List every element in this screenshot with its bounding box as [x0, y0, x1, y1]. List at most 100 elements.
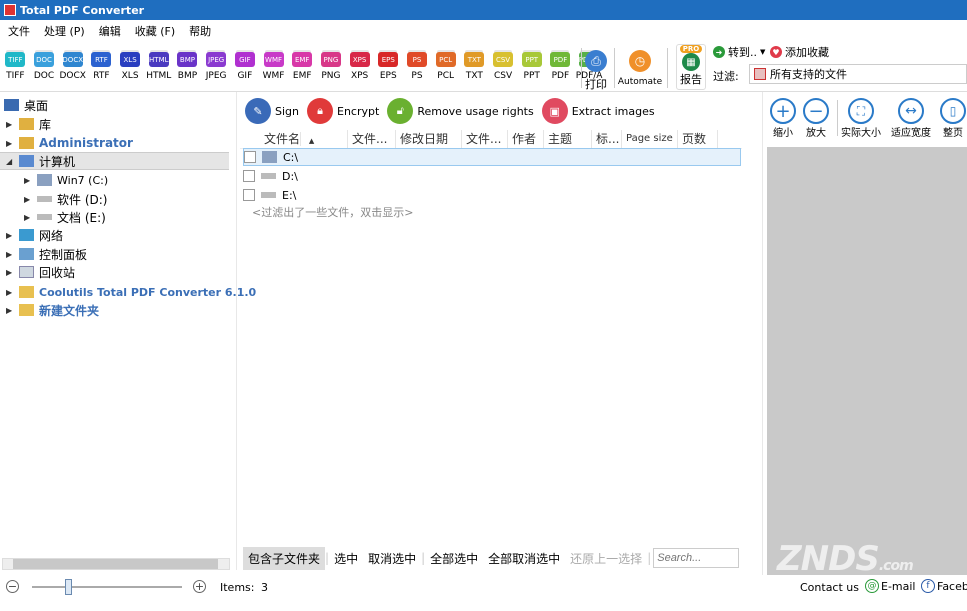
tree-item-recycle-bin[interactable]: ▶ 回收站 — [6, 263, 75, 281]
extract-images-label: Extract images — [571, 104, 655, 118]
remove-rights-button[interactable]: 🔓︎ Remove usage rights — [387, 98, 534, 124]
expand-icon[interactable]: ▶ — [6, 250, 14, 259]
column-modified[interactable]: 修改日期 — [396, 130, 462, 149]
select-all-button[interactable]: 全部选中 — [425, 550, 483, 567]
folder-icon — [19, 286, 34, 298]
zoom-in-button[interactable]: − 放大 — [803, 98, 829, 139]
actual-size-button[interactable]: ⛶ 实际大小 — [841, 98, 881, 139]
zoom-in-icon[interactable]: + — [193, 580, 206, 593]
format-button-ps[interactable]: PS PS — [403, 52, 432, 81]
filter-select[interactable]: 所有支持的文件 — [749, 64, 967, 84]
tree-item-new-folder[interactable]: ▶ 新建文件夹 — [6, 301, 99, 319]
format-button-xls[interactable]: XLS XLS — [116, 52, 145, 81]
menu-help[interactable]: 帮助 — [189, 23, 211, 39]
zoom-out-icon[interactable]: − — [6, 580, 19, 593]
expand-icon[interactable]: ▶ — [6, 231, 14, 240]
expand-icon[interactable]: ▶ — [6, 306, 14, 315]
horizontal-scrollbar[interactable] — [2, 558, 230, 570]
splitter[interactable] — [762, 92, 763, 575]
include-subfolders-toggle[interactable]: 包含子文件夹 — [243, 546, 326, 570]
column-pages[interactable]: 页数 — [678, 130, 718, 149]
expand-icon[interactable]: ▶ — [24, 195, 32, 204]
tree-item-control-panel[interactable]: ▶ 控制面板 — [6, 245, 87, 263]
extract-images-button[interactable]: ▣ Extract images — [541, 98, 655, 124]
facebook-link[interactable]: f Faceb — [921, 579, 967, 593]
report-button[interactable]: PRO ▦ 报告 — [676, 44, 706, 90]
splitter[interactable] — [236, 92, 237, 570]
expand-icon[interactable]: ▶ — [6, 139, 14, 148]
fit-width-button[interactable]: ↔ 适应宽度 — [891, 98, 931, 139]
tree-item-administrator[interactable]: ▶ Administrator — [6, 134, 133, 152]
facebook-icon: f — [921, 579, 935, 593]
column-type[interactable]: 文件... — [348, 130, 396, 149]
search-input[interactable] — [653, 548, 740, 568]
format-button-docx[interactable]: DOCX DOCX — [58, 52, 87, 81]
tree-item-computer[interactable]: ◢ 计算机 — [0, 152, 229, 170]
tree-item-drive-e[interactable]: ▶ 文档 (E:) — [24, 208, 106, 226]
format-button-pdf[interactable]: PDF PDF — [546, 52, 575, 81]
format-button-ppt[interactable]: PPT PPT — [517, 52, 546, 81]
column-subject[interactable]: 主题 — [544, 130, 592, 149]
format-button-emf[interactable]: EMF EMF — [288, 52, 317, 81]
column-title[interactable]: 标... — [592, 130, 622, 149]
file-row[interactable]: C:\ — [243, 148, 741, 166]
tree-item-desktop[interactable]: 桌面 — [4, 96, 48, 114]
column-author[interactable]: 作者 — [508, 130, 544, 149]
automate-button[interactable]: ◷ Automate — [618, 50, 662, 87]
column-size[interactable]: 文件... — [462, 130, 508, 149]
tree-item-drive-c[interactable]: ▶ Win7 (C:) — [24, 171, 108, 189]
expand-icon[interactable]: ▶ — [6, 288, 14, 297]
deselect-button[interactable]: 取消选中 — [363, 550, 421, 567]
format-button-jpeg[interactable]: JPEG JPEG — [202, 52, 231, 81]
format-button-gif[interactable]: GIF GIF — [231, 52, 260, 81]
format-button-xps[interactable]: XPS XPS — [345, 52, 374, 81]
format-button-wmf[interactable]: WMF WMF — [259, 52, 288, 81]
format-button-pcl[interactable]: PCL PCL — [431, 52, 460, 81]
select-button[interactable]: 选中 — [329, 550, 363, 567]
expand-icon[interactable]: ▶ — [6, 268, 14, 277]
email-link[interactable]: @ E-mail — [865, 579, 916, 593]
format-button-txt[interactable]: TXT TXT — [460, 52, 489, 81]
row-checkbox[interactable] — [243, 189, 255, 201]
filtered-files-note[interactable]: <过滤出了一些文件，双击显示> — [252, 204, 413, 220]
tree-item-library[interactable]: ▶ 库 — [6, 115, 51, 133]
format-button-tiff[interactable]: TIFF TIFF — [1, 52, 30, 81]
file-row[interactable]: E:\ — [243, 186, 741, 204]
sign-button[interactable]: ✎ Sign — [245, 98, 299, 124]
format-button-png[interactable]: PNG PNG — [317, 52, 346, 81]
restore-selection-button[interactable]: 还原上一选择 — [565, 550, 647, 567]
collapse-icon[interactable]: ◢ — [6, 157, 14, 166]
expand-icon[interactable]: ▶ — [24, 213, 32, 222]
row-checkbox[interactable] — [244, 151, 256, 163]
encrypt-button[interactable]: 🔒︎ Encrypt — [307, 98, 379, 124]
add-favorite-button[interactable]: ♥ 添加收藏 — [770, 44, 829, 60]
zoom-out-button[interactable]: + 缩小 — [770, 98, 796, 139]
format-button-eps[interactable]: EPS EPS — [374, 52, 403, 81]
format-button-rtf[interactable]: RTF RTF — [87, 52, 116, 81]
goto-button[interactable]: ➜ 转到.. ▼ — [713, 44, 765, 60]
format-button-doc[interactable]: DOC DOC — [30, 52, 59, 81]
full-page-button[interactable]: ▯ 整页 — [940, 98, 966, 139]
column-filename[interactable]: 文件名 ▲ — [240, 130, 348, 149]
row-checkbox[interactable] — [243, 170, 255, 182]
expand-icon[interactable]: ▶ — [6, 120, 14, 129]
column-page-size[interactable]: Page size — [622, 130, 678, 149]
zoom-slider-thumb[interactable] — [65, 579, 72, 595]
contact-us-link[interactable]: Contact us — [800, 581, 859, 594]
format-button-bmp[interactable]: BMP BMP — [173, 52, 202, 81]
expand-icon[interactable]: ▶ — [24, 176, 32, 185]
menu-file[interactable]: 文件 — [8, 23, 30, 39]
zoom-slider[interactable] — [32, 586, 182, 588]
tree-item-network[interactable]: ▶ 网络 — [6, 226, 63, 244]
tree-item-drive-d[interactable]: ▶ 软件 (D:) — [24, 190, 107, 208]
format-button-html[interactable]: HTML HTML — [144, 52, 173, 81]
menu-favorites[interactable]: 收藏 (F) — [135, 23, 175, 39]
menu-process[interactable]: 处理 (P) — [44, 23, 85, 39]
scrollbar-thumb[interactable] — [13, 559, 218, 569]
deselect-all-button[interactable]: 全部取消选中 — [483, 550, 565, 567]
file-row[interactable]: D:\ — [243, 167, 741, 185]
format-button-csv[interactable]: CSV CSV — [489, 52, 518, 81]
print-button[interactable]: ⎙ 打印 — [584, 50, 608, 92]
tree-item-coolutils[interactable]: ▶ Coolutils Total PDF Converter 6.1.0 — [6, 283, 256, 301]
menu-edit[interactable]: 编辑 — [99, 23, 121, 39]
